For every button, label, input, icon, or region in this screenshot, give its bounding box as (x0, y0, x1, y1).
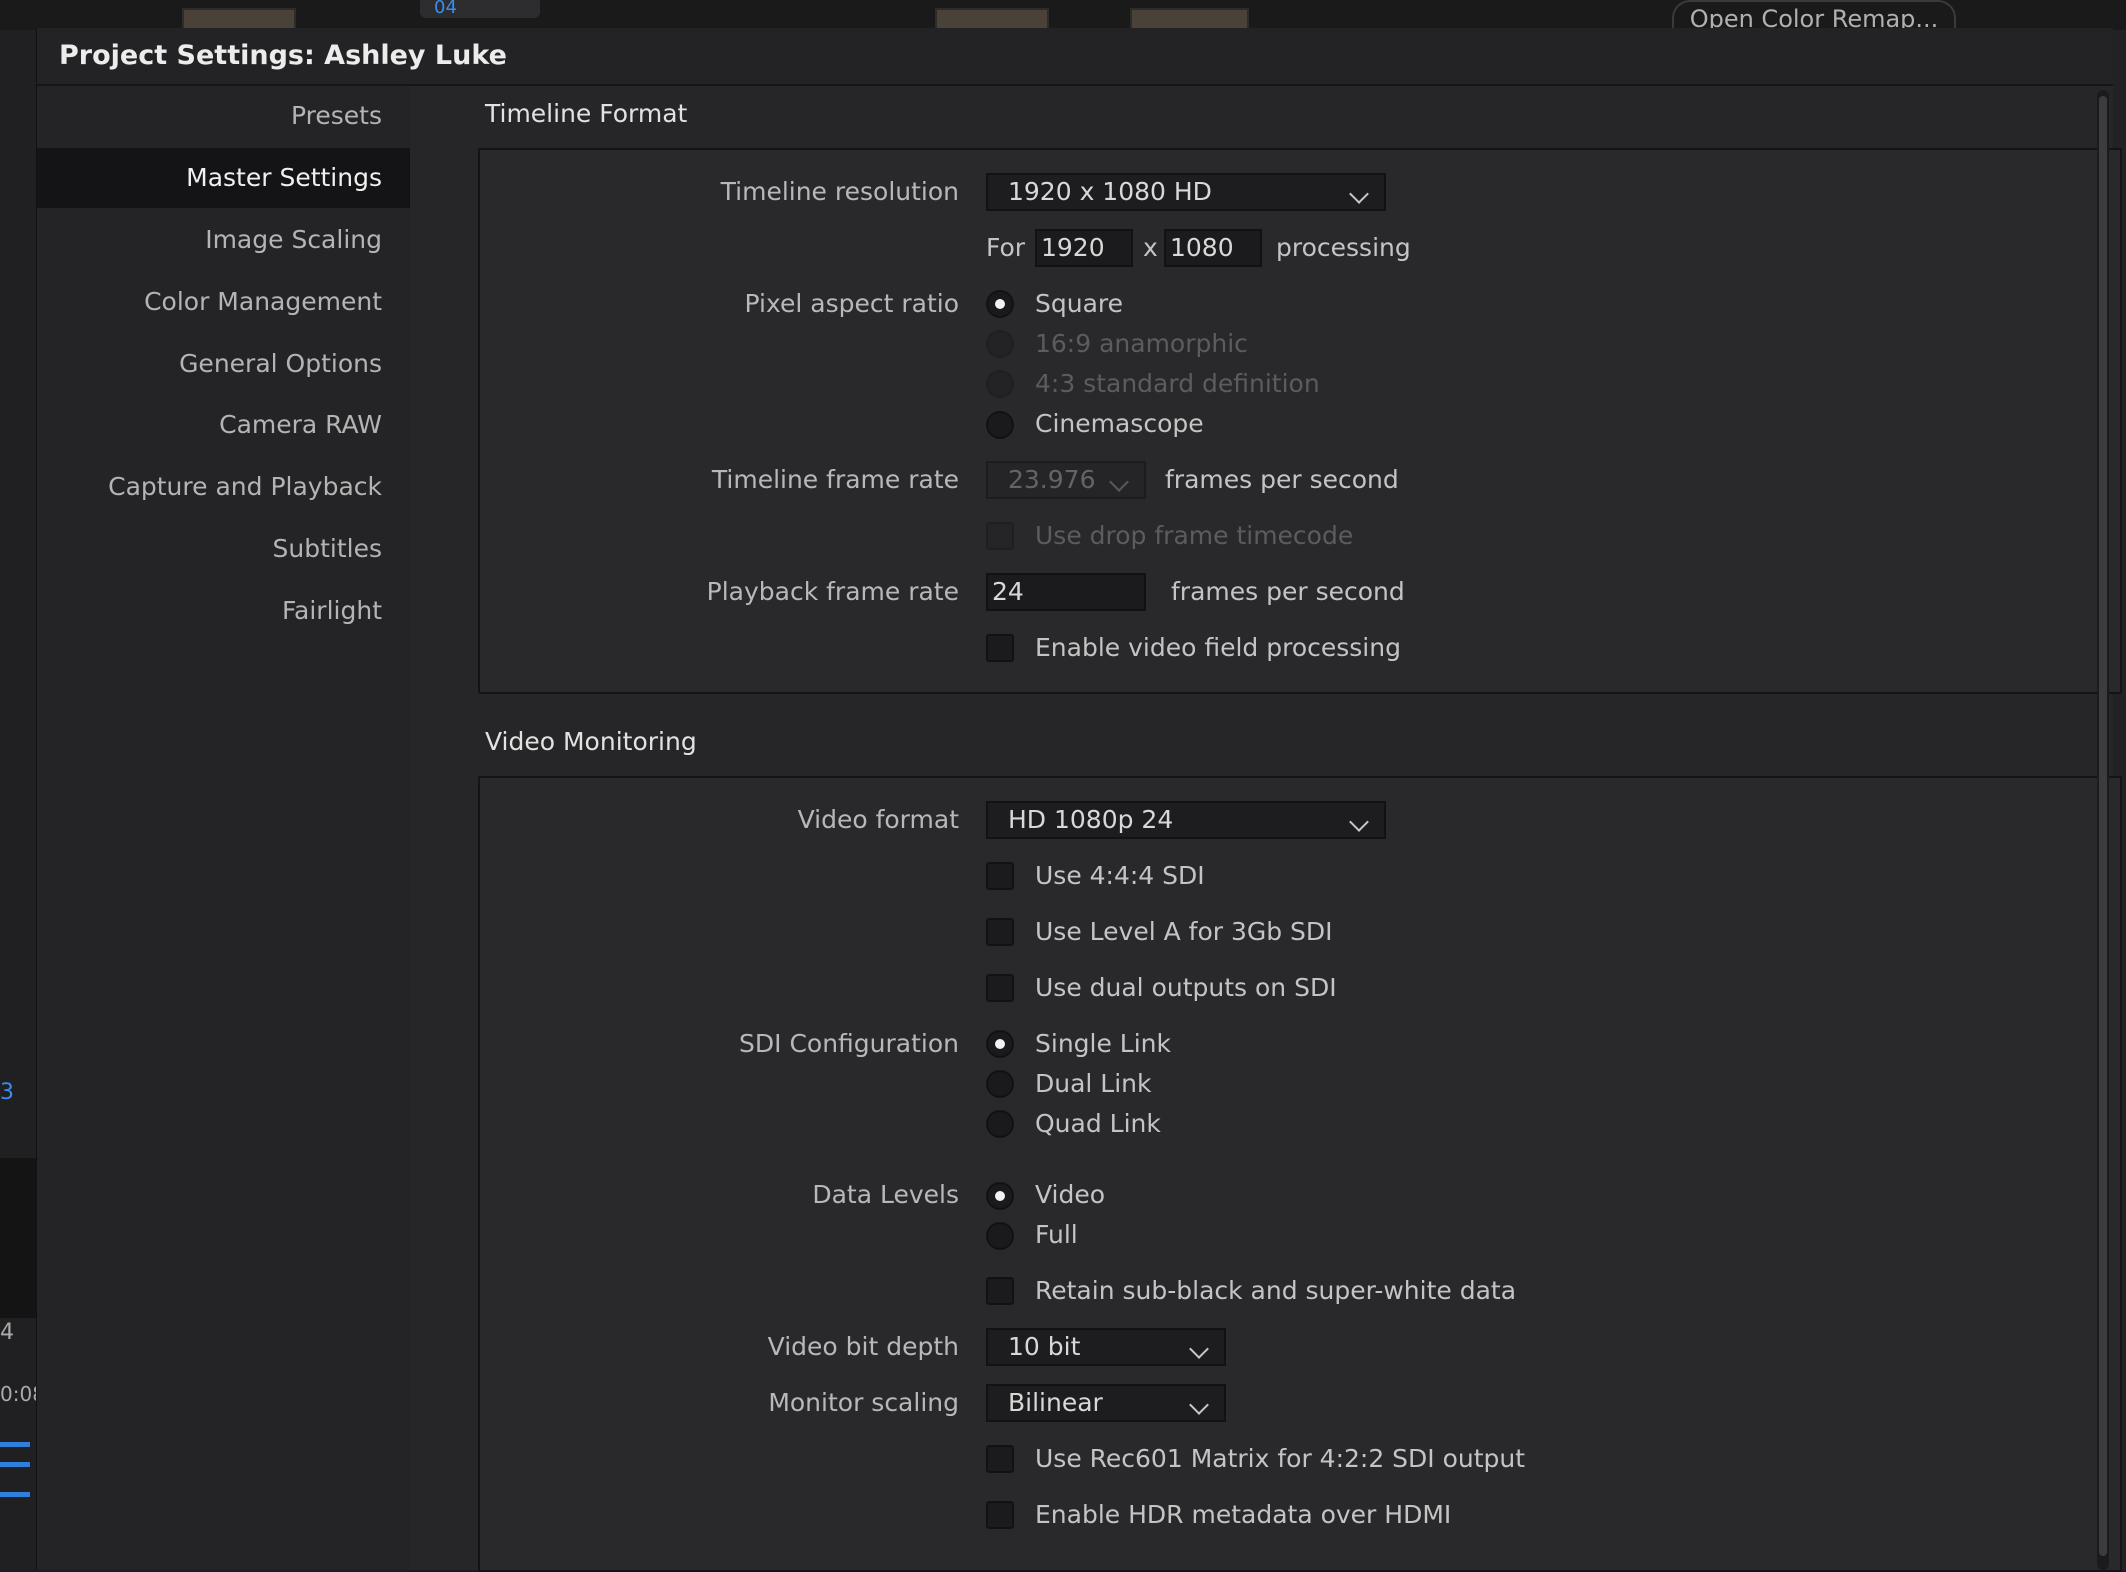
data-level-video-radio[interactable] (986, 1182, 1014, 1210)
data-level-option-label: Full (1035, 1220, 1078, 1249)
pixel-aspect-option-label: 4:3 standard definition (1035, 369, 1320, 398)
open-color-remap-button[interactable]: Open Color Remap... (1672, 0, 1956, 33)
dialog-titlebar: Project Settings: Ashley Luke (37, 28, 2113, 86)
project-settings-dialog: Project Settings: Ashley Luke Presets Ma… (36, 28, 2122, 1572)
timeline-format-heading: Timeline Format (485, 99, 688, 128)
settings-content: Timeline Format Timeline resolution 1920… (410, 86, 2122, 1572)
video-monitoring-heading: Video Monitoring (485, 727, 697, 756)
pixel-aspect-option-label: Cinemascope (1035, 409, 1204, 438)
sidebar-item-master-settings[interactable]: Master Settings (37, 148, 410, 208)
background-track-marker (0, 1462, 30, 1467)
resolution-width-input[interactable]: 1920 (1035, 229, 1133, 267)
pixel-aspect-anamorphic-radio (986, 330, 1014, 358)
chevron-down-icon (1349, 812, 1369, 832)
sdi-option-label: Single Link (1035, 1029, 1171, 1058)
resolution-height-input[interactable]: 1080 (1164, 229, 1262, 267)
chevron-down-icon (1109, 472, 1129, 492)
retain-sub-black-label: Retain sub-black and super-white data (1035, 1276, 1517, 1305)
data-levels-label: Data Levels (812, 1180, 959, 1209)
sidebar-item-presets[interactable]: Presets (37, 86, 410, 146)
video-bit-depth-label: Video bit depth (767, 1332, 959, 1361)
timeline-format-panel (478, 148, 2122, 694)
for-label: For (986, 233, 1026, 262)
pixel-aspect-ratio-label: Pixel aspect ratio (744, 289, 959, 318)
drop-frame-checkbox (986, 522, 1014, 550)
retain-sub-black-checkbox[interactable] (986, 1277, 1014, 1305)
drop-frame-label: Use drop frame timecode (1035, 521, 1354, 550)
timeline-resolution-value: 1920 x 1080 HD (1008, 177, 1212, 206)
monitor-scaling-value: Bilinear (1008, 1388, 1103, 1417)
monitor-scaling-dropdown[interactable]: Bilinear (986, 1384, 1226, 1422)
playback-frame-rate-input[interactable]: 24 (986, 573, 1146, 611)
sdi-option-label: Dual Link (1035, 1069, 1152, 1098)
video-format-dropdown[interactable]: HD 1080p 24 (986, 801, 1386, 839)
hdr-metadata-label: Enable HDR metadata over HDMI (1035, 1500, 1452, 1529)
sidebar-item-color-management[interactable]: Color Management (37, 272, 410, 332)
pixel-aspect-square-radio[interactable] (986, 290, 1014, 318)
video-format-value: HD 1080p 24 (1008, 805, 1174, 834)
sdi-option-label: Quad Link (1035, 1109, 1161, 1138)
dual-outputs-label: Use dual outputs on SDI (1035, 973, 1337, 1002)
settings-scrollbar-thumb[interactable] (2099, 96, 2107, 1556)
video-field-processing-checkbox[interactable] (986, 634, 1014, 662)
level-a-label: Use Level A for 3Gb SDI (1035, 917, 1333, 946)
sidebar-item-general-options[interactable]: General Options (37, 334, 410, 394)
use-444-sdi-checkbox[interactable] (986, 862, 1014, 890)
sdi-single-link-radio[interactable] (986, 1030, 1014, 1058)
chevron-down-icon (1189, 1339, 1209, 1359)
dialog-title: Project Settings: Ashley Luke (59, 40, 507, 71)
video-field-processing-label: Enable video field processing (1035, 633, 1401, 662)
background-toolbar: 04 Open Color Remap... (0, 0, 2126, 33)
data-level-option-label: Video (1035, 1180, 1106, 1209)
playback-frame-rate-label: Playback frame rate (706, 577, 959, 606)
rec601-matrix-label: Use Rec601 Matrix for 4:2:2 SDI output (1035, 1444, 1526, 1473)
playback-fps-label: frames per second (1171, 577, 1405, 606)
background-track-marker (0, 1442, 30, 1447)
pixel-aspect-sd-radio (986, 370, 1014, 398)
timeline-frame-rate-label: Timeline frame rate (711, 465, 959, 494)
data-level-full-radio[interactable] (986, 1222, 1014, 1250)
dual-outputs-checkbox[interactable] (986, 974, 1014, 1002)
background-mark: 4 (0, 1320, 14, 1345)
processing-label: processing (1276, 233, 1411, 262)
video-bit-depth-dropdown[interactable]: 10 bit (986, 1328, 1226, 1366)
hdr-metadata-checkbox[interactable] (986, 1501, 1014, 1529)
pixel-aspect-cinemascope-radio[interactable] (986, 411, 1014, 439)
resolution-x-label: x (1143, 233, 1158, 262)
sidebar-item-subtitles[interactable]: Subtitles (37, 519, 410, 579)
chevron-down-icon (1189, 1395, 1209, 1415)
sidebar-item-capture-and-playback[interactable]: Capture and Playback (37, 457, 410, 517)
sidebar-item-fairlight[interactable]: Fairlight (37, 581, 410, 641)
video-format-label: Video format (797, 805, 959, 834)
fps-label: frames per second (1165, 465, 1399, 494)
timeline-resolution-label: Timeline resolution (720, 177, 959, 206)
rec601-matrix-checkbox[interactable] (986, 1445, 1014, 1473)
use-444-sdi-label: Use 4:4:4 SDI (1035, 861, 1205, 890)
sidebar-item-image-scaling[interactable]: Image Scaling (37, 210, 410, 270)
timeline-resolution-dropdown[interactable]: 1920 x 1080 HD (986, 173, 1386, 211)
sdi-configuration-label: SDI Configuration (739, 1029, 959, 1058)
background-track-marker (0, 1492, 30, 1497)
sdi-dual-link-radio[interactable] (986, 1070, 1014, 1098)
chevron-down-icon (1349, 184, 1369, 204)
timeline-frame-rate-value: 23.976 (1008, 465, 1096, 494)
monitor-scaling-label: Monitor scaling (768, 1388, 959, 1417)
settings-sidebar: Presets Master Settings Image Scaling Co… (37, 86, 410, 1570)
sdi-quad-link-radio[interactable] (986, 1110, 1014, 1138)
level-a-checkbox[interactable] (986, 918, 1014, 946)
sidebar-item-camera-raw[interactable]: Camera RAW (37, 395, 410, 455)
background-image (0, 1158, 36, 1318)
background-clip-tag: 04 (420, 0, 540, 18)
background-mark: 3 (0, 1080, 14, 1105)
pixel-aspect-option-label: Square (1035, 289, 1124, 318)
background-left-panel: 3 4 0:08 (0, 30, 45, 1570)
video-bit-depth-value: 10 bit (1008, 1332, 1081, 1361)
pixel-aspect-option-label: 16:9 anamorphic (1035, 329, 1248, 358)
timeline-frame-rate-dropdown: 23.976 (986, 461, 1146, 499)
